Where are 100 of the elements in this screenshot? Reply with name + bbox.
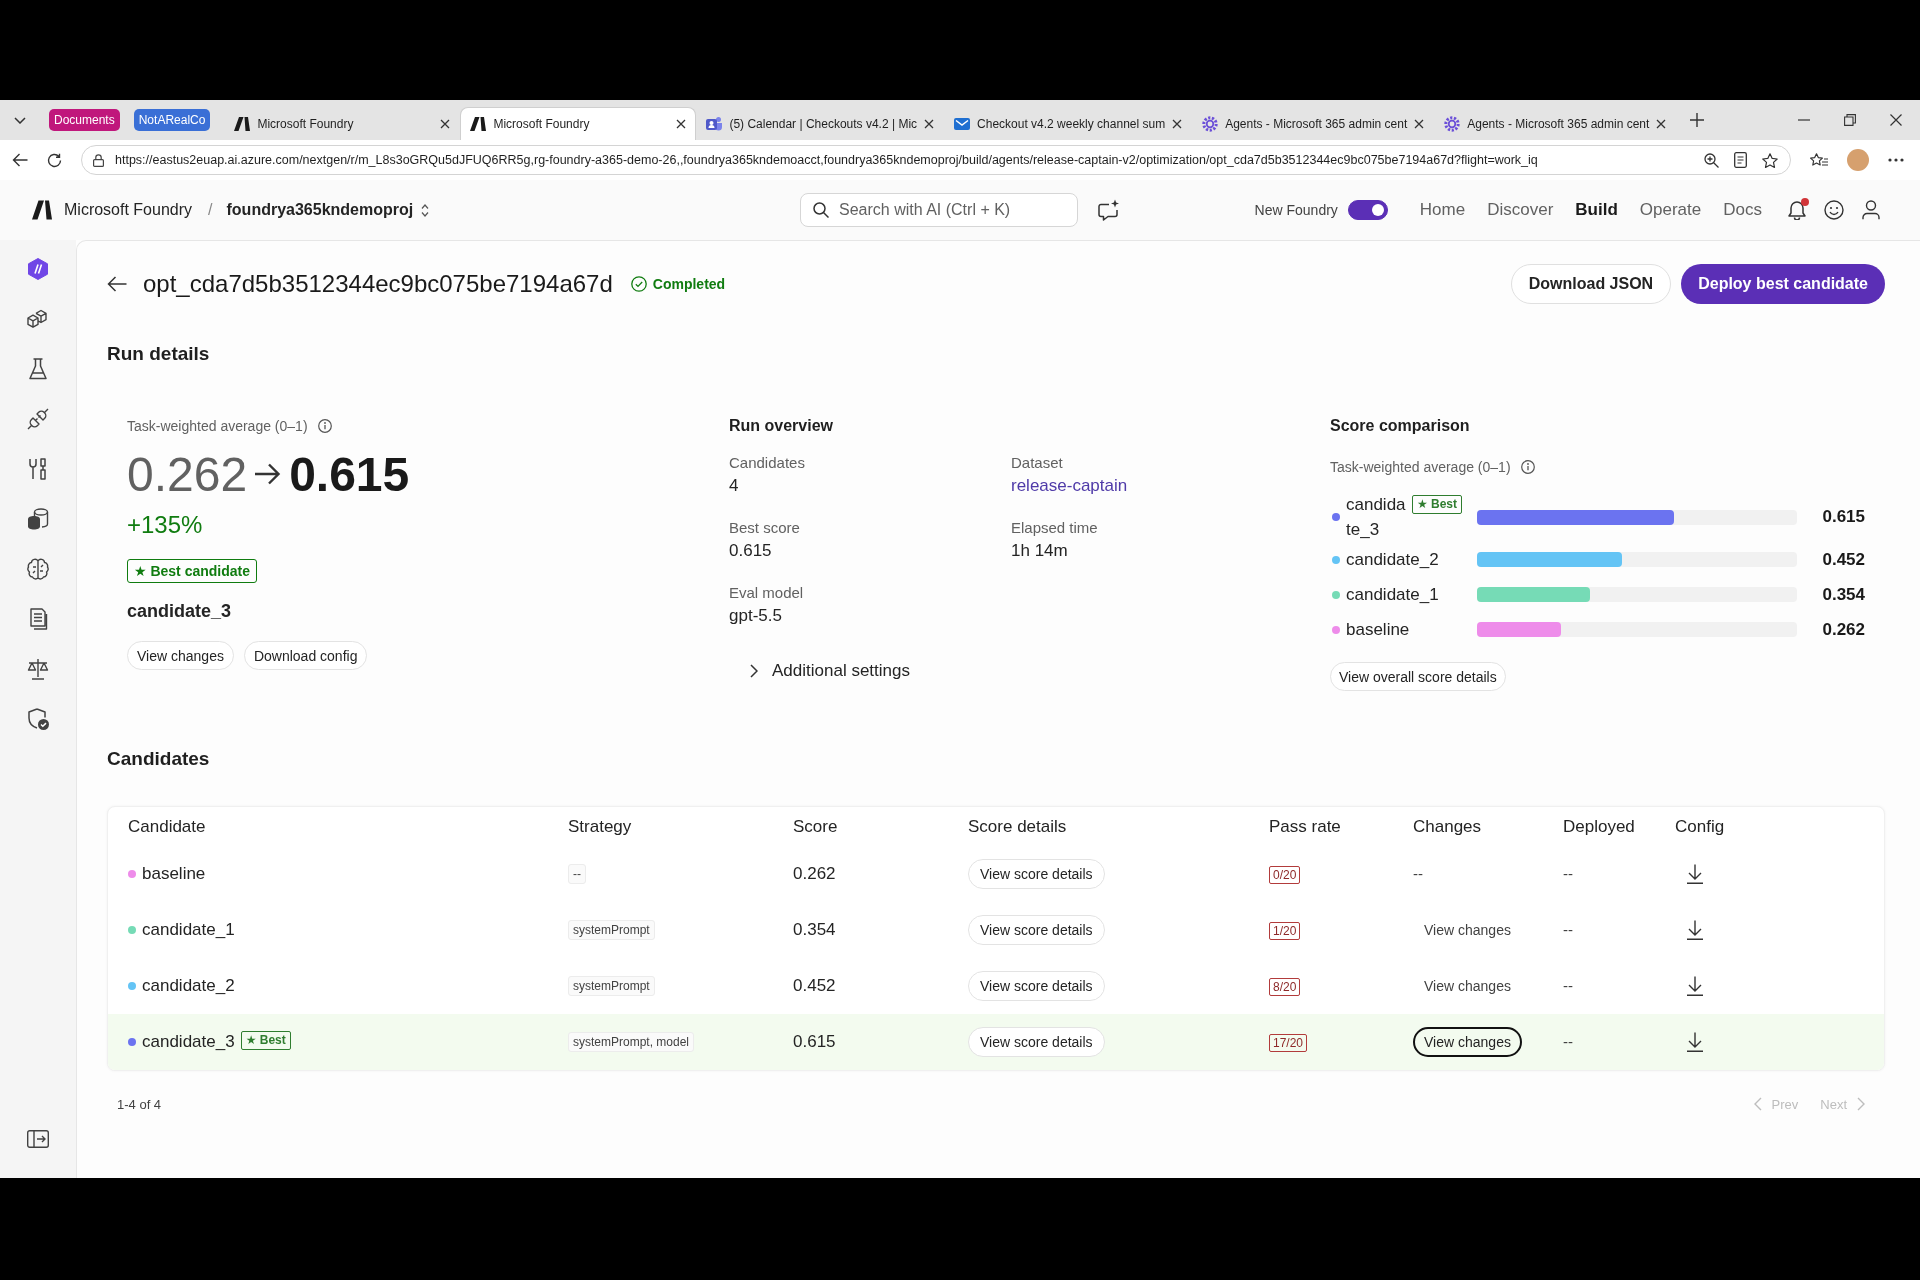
- chevron-right-icon: [1857, 1097, 1865, 1111]
- tab-group-label[interactable]: NotARealCo: [133, 109, 211, 131]
- project-name[interactable]: foundrya365kndemoproj: [226, 201, 414, 219]
- bell-icon[interactable]: [1788, 200, 1806, 220]
- search-field[interactable]: Search with AI (Ctrl + K): [800, 193, 1078, 227]
- favorites-icon[interactable]: [1810, 152, 1828, 168]
- view-score-details-button[interactable]: View overall score details: [1330, 662, 1506, 691]
- deploy-button[interactable]: Deploy best candidate: [1681, 264, 1885, 304]
- back-icon[interactable]: [107, 276, 127, 292]
- nav-link[interactable]: Docs: [1723, 200, 1762, 220]
- star-icon[interactable]: [1762, 152, 1778, 168]
- view-changes-button[interactable]: View changes: [1413, 971, 1522, 1001]
- browser-tab[interactable]: (5) Calendar | Checkouts v4.2 | Mic: [696, 107, 945, 140]
- download-button[interactable]: Download JSON: [1510, 264, 1672, 304]
- download-icon[interactable]: [1686, 1032, 1704, 1052]
- close-icon[interactable]: [440, 119, 451, 129]
- close-icon[interactable]: [1890, 114, 1902, 126]
- field-value: 4: [729, 475, 740, 497]
- tools-icon[interactable]: [27, 458, 49, 480]
- strategy-tag: --: [568, 864, 586, 884]
- section-heading: Run details: [107, 342, 211, 366]
- info-icon[interactable]: [1520, 460, 1535, 474]
- document-icon[interactable]: [1734, 152, 1747, 168]
- best-badge: ★ Best candidate: [127, 559, 258, 583]
- chevron-up-down-icon[interactable]: [421, 203, 430, 217]
- column-header: Candidate: [128, 816, 207, 837]
- scales-icon[interactable]: [27, 658, 49, 680]
- plug-icon[interactable]: [27, 408, 49, 430]
- zoom-in-icon[interactable]: [1704, 152, 1719, 168]
- download-icon[interactable]: [1686, 976, 1704, 996]
- new-tab-icon[interactable]: [1690, 113, 1705, 127]
- strategy-tag: systemPrompt: [568, 976, 655, 996]
- tab-group-label[interactable]: Documents: [49, 109, 120, 131]
- download-icon[interactable]: [1686, 920, 1704, 940]
- view-score-details-button[interactable]: View score details: [968, 1027, 1105, 1057]
- field-value: gpt-5.5: [729, 605, 783, 627]
- chevron-down-icon[interactable]: [14, 116, 26, 124]
- database-icon[interactable]: [27, 508, 49, 530]
- refresh-icon[interactable]: [47, 152, 62, 168]
- nav-link[interactable]: Operate: [1639, 200, 1702, 220]
- download-config-button[interactable]: Download config: [243, 641, 368, 670]
- toggle-switch[interactable]: [1347, 200, 1388, 220]
- gear-icon: [1444, 116, 1461, 132]
- info-icon[interactable]: [317, 419, 332, 433]
- candidate-name: candidate_3: [127, 600, 233, 623]
- strategy-tag: systemPrompt: [568, 920, 655, 940]
- browser-tab[interactable]: Checkout v4.2 weekly channel sum: [944, 107, 1193, 140]
- cube-icon[interactable]: [27, 308, 49, 330]
- close-icon[interactable]: [1172, 119, 1183, 129]
- column-header: Config: [1675, 816, 1726, 837]
- additional-settings-toggle[interactable]: Additional settings: [750, 659, 910, 683]
- browser-tab[interactable]: Agents - Microsoft 365 admin cent: [1434, 107, 1677, 140]
- nav-link[interactable]: Build: [1575, 200, 1618, 220]
- strategy-tag: systemPrompt, model: [568, 1032, 695, 1052]
- close-icon[interactable]: [1656, 119, 1667, 129]
- score-value: 0.262: [1821, 619, 1865, 640]
- field-label: Eval model: [729, 583, 805, 603]
- best-badge: ★ Best: [1411, 495, 1462, 514]
- download-icon[interactable]: [1686, 864, 1704, 884]
- section-heading: Candidates: [107, 747, 211, 771]
- pass-rate-badge: 0/20: [1269, 865, 1301, 884]
- mail-icon: [954, 116, 971, 132]
- restore-icon[interactable]: [1844, 114, 1856, 126]
- candidate-name: candidate_2: [1346, 549, 1439, 571]
- app-logo-icon[interactable]: [32, 200, 52, 220]
- brand-name[interactable]: Microsoft Foundry: [64, 201, 193, 219]
- brain-icon[interactable]: [27, 558, 49, 580]
- browser-tab[interactable]: Microsoft Foundry: [460, 107, 697, 140]
- dataset-link[interactable]: release-captain: [1011, 475, 1330, 497]
- nav-link[interactable]: Discover: [1487, 200, 1554, 220]
- view-changes-button[interactable]: View changes: [127, 641, 234, 670]
- chat-sparkle-icon[interactable]: [1098, 199, 1120, 221]
- score-value: 0.452: [1821, 549, 1865, 570]
- view-changes-button[interactable]: View changes: [1413, 915, 1522, 945]
- person-icon[interactable]: [1862, 200, 1880, 220]
- shield-check-icon[interactable]: [27, 708, 49, 730]
- address-bar[interactable]: https://eastus2euap.ai.azure.com/nextgen/r/m_L8s3oGRQu5dJFUQ6RR5g,rg-foundry-a365-demo-26,,foundrya365kndemoacct,foundrya365kndemoproj/build/agents/release-captain-v2/optimization/opt_cda7d5b3512344ec9bc075be7194a67d?flight=work_iq: [81, 145, 1791, 175]
- smiley-icon[interactable]: [1824, 200, 1844, 220]
- close-icon[interactable]: [924, 119, 935, 129]
- back-icon[interactable]: [12, 153, 28, 167]
- view-changes-button[interactable]: View changes: [1413, 1027, 1522, 1057]
- chevron-left-icon: [1753, 1097, 1762, 1111]
- close-icon[interactable]: [1414, 119, 1425, 129]
- close-icon[interactable]: [676, 119, 687, 129]
- field-label: Candidates: [729, 453, 806, 473]
- flask-icon[interactable]: [27, 358, 49, 380]
- document-icon[interactable]: [27, 608, 49, 630]
- table-cell: 0.452: [793, 976, 836, 995]
- check-circle-icon: [630, 276, 647, 292]
- table-cell: --: [1563, 921, 1573, 938]
- view-score-details-button[interactable]: View score details: [968, 971, 1105, 1001]
- more-icon[interactable]: [1888, 158, 1904, 162]
- browser-tab[interactable]: Microsoft Foundry: [224, 107, 461, 140]
- table-cell: 0.615: [793, 1032, 836, 1051]
- view-score-details-button[interactable]: View score details: [968, 859, 1105, 889]
- browser-tab[interactable]: Agents - Microsoft 365 admin cent: [1192, 107, 1435, 140]
- panel-expand-icon[interactable]: [27, 1130, 49, 1148]
- section-heading: Run overview: [729, 416, 835, 436]
- nav-link[interactable]: Home: [1419, 200, 1466, 220]
- view-score-details-button[interactable]: View score details: [968, 915, 1105, 945]
